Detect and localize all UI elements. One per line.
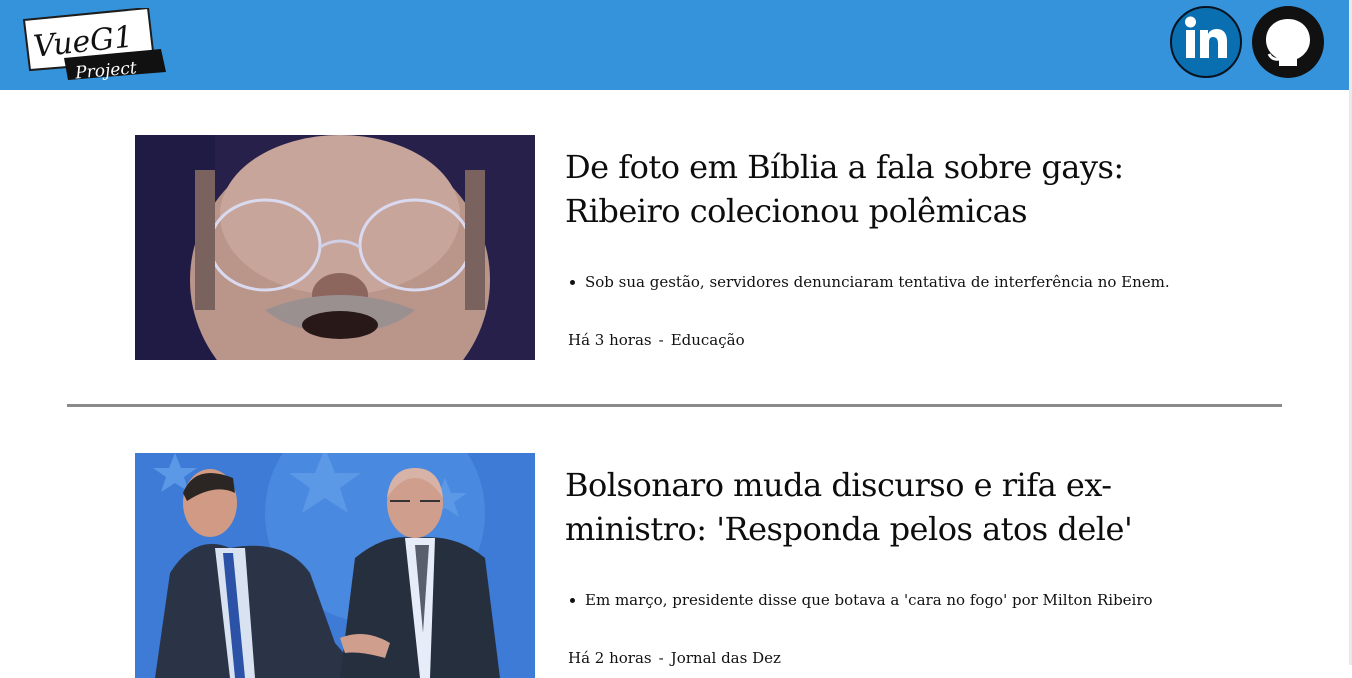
article-photo-two-men bbox=[135, 453, 535, 678]
article-summary: Em março, presidente disse que botava a … bbox=[570, 590, 1265, 610]
article-section[interactable]: Educação bbox=[671, 331, 745, 349]
vueg1-project-logo[interactable]: VueG1 Project bbox=[20, 8, 170, 84]
article-title[interactable]: De foto em Bíblia a fala sobre gays: Rib… bbox=[565, 145, 1205, 233]
article-title[interactable]: Bolsonaro muda discurso e rifa ex-minist… bbox=[565, 463, 1205, 551]
github-icon bbox=[1266, 19, 1310, 66]
article-photo-politics[interactable] bbox=[135, 453, 535, 678]
article-photo-education[interactable] bbox=[135, 135, 535, 360]
site-header: VueG1 Project bbox=[0, 0, 1349, 90]
article-divider bbox=[67, 404, 1282, 407]
article-card[interactable]: Bolsonaro muda discurso e rifa ex-minist… bbox=[135, 453, 1295, 678]
meta-separator: - bbox=[658, 649, 664, 667]
meta-separator: - bbox=[658, 331, 664, 349]
article-meta: Há 3 horas - Educação bbox=[568, 330, 745, 350]
linkedin-button[interactable] bbox=[1170, 6, 1242, 78]
article-meta: Há 2 horas - Jornal das Dez bbox=[568, 648, 781, 668]
article-summary: Sob sua gestão, servidores denunciaram t… bbox=[570, 272, 1265, 292]
linkedin-icon bbox=[1185, 16, 1227, 58]
article-time: Há 3 horas bbox=[568, 331, 652, 349]
github-button[interactable] bbox=[1252, 6, 1324, 78]
article-photo-portrait bbox=[135, 135, 535, 360]
logo-subtitle: Project bbox=[73, 58, 137, 83]
article-time: Há 2 horas bbox=[568, 649, 652, 667]
article-card[interactable]: De foto em Bíblia a fala sobre gays: Rib… bbox=[135, 135, 1295, 365]
article-section[interactable]: Jornal das Dez bbox=[671, 649, 781, 667]
